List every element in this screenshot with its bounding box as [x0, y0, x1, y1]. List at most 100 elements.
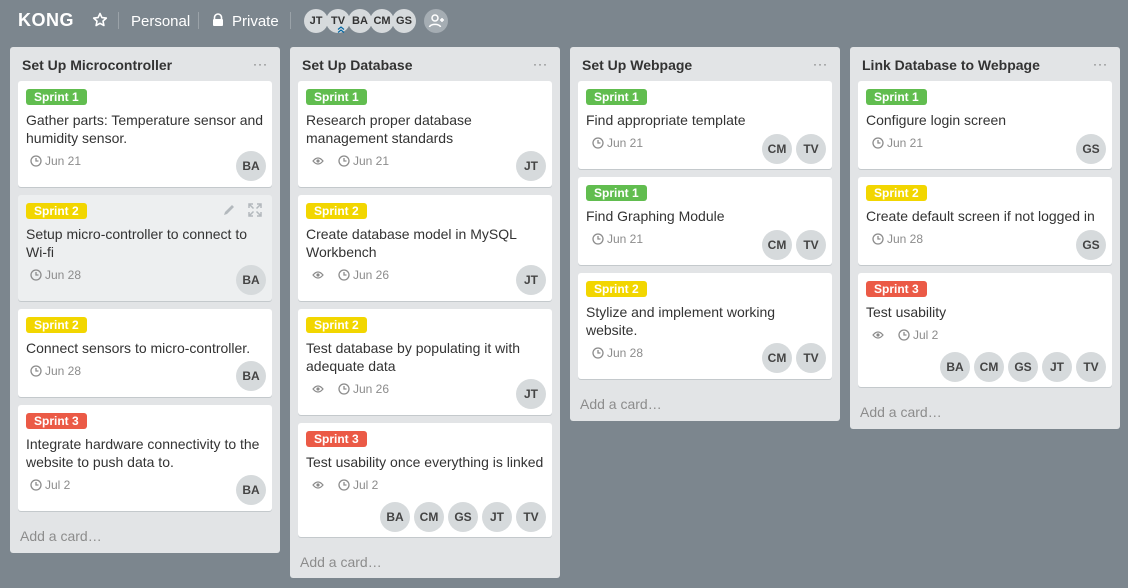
card-member-avatar[interactable]: CM: [762, 343, 792, 373]
add-member-button[interactable]: [424, 9, 448, 33]
card-member-avatar[interactable]: BA: [236, 475, 266, 505]
card-member-avatar[interactable]: BA: [380, 502, 410, 532]
add-person-icon: [428, 14, 444, 28]
label-sprint: Sprint 2: [586, 281, 647, 297]
list-menu-button[interactable]: ···: [813, 58, 828, 70]
card-title: Create database model in MySQL Workbench: [306, 226, 517, 260]
card-title: Configure login screen: [866, 112, 1007, 128]
card[interactable]: Sprint 1 Gather parts: Temperature senso…: [18, 81, 272, 187]
card[interactable]: Sprint 1 Configure login screen Jun 21 G…: [858, 81, 1112, 169]
card-member-avatar[interactable]: GS: [1076, 134, 1106, 164]
add-card-button[interactable]: Add a card…: [20, 528, 102, 544]
label-sprint: Sprint 3: [866, 281, 927, 297]
add-card-button[interactable]: Add a card…: [860, 404, 942, 420]
label-sprint: Sprint 2: [306, 203, 367, 219]
list-menu-button[interactable]: ···: [533, 58, 548, 70]
card-member-avatar[interactable]: TV: [516, 502, 546, 532]
card-title: Find Graphing Module: [586, 208, 725, 224]
add-card-button[interactable]: Add a card…: [300, 554, 382, 570]
card[interactable]: Sprint 2 Setup micro-controller to conne…: [18, 195, 272, 301]
card[interactable]: Sprint 1 Find appropriate template Jun 2…: [578, 81, 832, 169]
board-member-avatar[interactable]: JT: [304, 9, 328, 33]
card-member-avatar[interactable]: BA: [940, 352, 970, 382]
watch-eye-icon: [312, 481, 324, 489]
card[interactable]: Sprint 3 Integrate hardware connectivity…: [18, 405, 272, 511]
clock-icon: [30, 155, 42, 167]
clock-icon: [898, 329, 910, 341]
expand-icon[interactable]: [248, 203, 262, 217]
board-member-avatar[interactable]: GS: [392, 9, 416, 33]
clock-icon: [30, 365, 42, 377]
card-title: Setup micro-controller to connect to Wi-…: [26, 226, 247, 260]
label-sprint: Sprint 2: [866, 185, 927, 201]
card-title: Connect sensors to micro-controller.: [26, 340, 251, 356]
list-title[interactable]: Set Up Database: [302, 57, 412, 73]
card[interactable]: Sprint 2 Stylize and implement working w…: [578, 273, 832, 379]
card-member-avatar[interactable]: BA: [236, 151, 266, 181]
watch-eye-icon: [872, 331, 884, 339]
card[interactable]: Sprint 2 Create default screen if not lo…: [858, 177, 1112, 265]
clock-icon: [30, 479, 42, 491]
card-title: Create default screen if not logged in: [866, 208, 1095, 224]
list-menu-button[interactable]: ···: [253, 58, 268, 70]
card-member-avatar[interactable]: JT: [516, 265, 546, 295]
watch-eye-icon: [312, 271, 324, 279]
card-member-avatar[interactable]: JT: [516, 151, 546, 181]
label-sprint: Sprint 1: [306, 89, 367, 105]
header-divider: [118, 12, 119, 29]
card-member-avatar[interactable]: JT: [482, 502, 512, 532]
card-member-avatar[interactable]: CM: [974, 352, 1004, 382]
card-member-avatar[interactable]: TV: [1076, 352, 1106, 382]
visibility-button[interactable]: Private: [232, 13, 279, 30]
clock-icon: [592, 137, 604, 149]
header-divider: [198, 12, 199, 29]
clock-icon: [338, 155, 350, 167]
card-member-avatar[interactable]: GS: [448, 502, 478, 532]
label-sprint: Sprint 1: [586, 185, 647, 201]
card-title: Stylize and implement working website.: [586, 304, 776, 338]
board-member-avatar[interactable]: BA: [348, 9, 372, 33]
card-title: Test usability: [866, 304, 947, 320]
list-title[interactable]: Link Database to Webpage: [862, 57, 1040, 73]
label-sprint: Sprint 1: [866, 89, 927, 105]
card[interactable]: Sprint 1 Find Graphing Module Jun 21 CM …: [578, 177, 832, 265]
card[interactable]: Sprint 3 Test usability once everything …: [298, 423, 552, 537]
card-title: Integrate hardware connectivity to the w…: [26, 436, 260, 470]
card-member-avatar[interactable]: GS: [1008, 352, 1038, 382]
list-title[interactable]: Set Up Microcontroller: [22, 57, 172, 73]
list-menu-button[interactable]: ···: [1093, 58, 1108, 70]
card-member-avatar[interactable]: CM: [762, 230, 792, 260]
card-member-avatar[interactable]: CM: [414, 502, 444, 532]
card-member-avatar[interactable]: TV: [796, 343, 826, 373]
clock-icon: [592, 233, 604, 245]
edit-pencil-icon[interactable]: [222, 203, 236, 217]
add-card-button[interactable]: Add a card…: [580, 396, 662, 412]
card-member-avatar[interactable]: JT: [516, 379, 546, 409]
clock-icon: [338, 383, 350, 395]
card[interactable]: Sprint 2 Connect sensors to micro-contro…: [18, 309, 272, 397]
list-title[interactable]: Set Up Webpage: [582, 57, 692, 73]
lock-icon: [213, 13, 223, 26]
card-title: Find appropriate template: [586, 112, 746, 128]
card-member-avatar[interactable]: BA: [236, 361, 266, 391]
card-member-avatar[interactable]: TV: [796, 134, 826, 164]
card-title: Test usability once everything is linked: [306, 454, 544, 470]
card[interactable]: Sprint 2 Create database model in MySQL …: [298, 195, 552, 301]
board-title[interactable]: KONG: [18, 10, 74, 31]
team-button[interactable]: Personal: [131, 13, 190, 30]
card[interactable]: Sprint 1 Research proper database manage…: [298, 81, 552, 187]
card-member-avatar[interactable]: GS: [1076, 230, 1106, 260]
star-icon[interactable]: [92, 12, 108, 28]
card-member-avatar[interactable]: TV: [796, 230, 826, 260]
board-member-avatar[interactable]: CM: [370, 9, 394, 33]
card-member-avatar[interactable]: BA: [236, 265, 266, 295]
watch-eye-icon: [312, 157, 324, 165]
card-title: Gather parts: Temperature sensor and hum…: [26, 112, 264, 146]
card[interactable]: Sprint 3 Test usability Jul 2 BA CM GS J…: [858, 273, 1112, 387]
card[interactable]: Sprint 2 Test database by populating it …: [298, 309, 552, 415]
clock-icon: [338, 269, 350, 281]
card-member-avatar[interactable]: CM: [762, 134, 792, 164]
label-sprint: Sprint 2: [306, 317, 367, 333]
clock-icon: [30, 269, 42, 281]
card-member-avatar[interactable]: JT: [1042, 352, 1072, 382]
